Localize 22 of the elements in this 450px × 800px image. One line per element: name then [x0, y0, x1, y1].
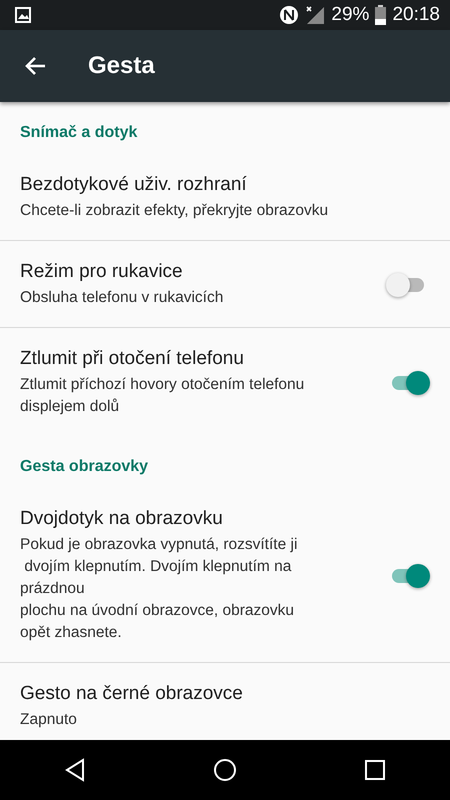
- section-header: Snímač a dotyk: [19, 123, 138, 143]
- signal-icon: [305, 5, 326, 25]
- triangle-icon: [64, 758, 86, 782]
- square-icon: [364, 759, 386, 781]
- clock: 20:18: [392, 4, 440, 26]
- setting-summary: Pokud je obrazovka vypnutá, rozsvítíte ji dvojím klepnutím. Dvojím klepnutím na prázdnou plochu na úvodní obrazovce, obrazovku opět zhasnete.: [20, 535, 298, 643]
- setting-title[interactable]: Bezdotykové uživ. rozhraní: [20, 174, 430, 196]
- screen-title: Gesta: [88, 52, 155, 80]
- setting-summary: Zapnuto: [20, 710, 78, 730]
- setting-summary: Obsluha telefonu v rukavicích: [20, 288, 224, 308]
- setting-summary: Chcete-li zobrazit efekty, překryjte obrazovku: [20, 201, 330, 221]
- battery-icon: [375, 5, 386, 25]
- setting-title[interactable]: Režim pro rukavice: [20, 261, 380, 283]
- circle-icon: [212, 758, 237, 782]
- setting-summary: Ztlumit příchozí hovory otočením telefonu displejem dolů: [20, 375, 306, 417]
- setting-title[interactable]: Gesto na černé obrazovce: [20, 683, 430, 705]
- battery-percent: 29%: [331, 4, 370, 26]
- image-icon: [15, 7, 31, 23]
- section-header: Gesta obrazovky: [19, 457, 150, 477]
- nfc-icon: [279, 5, 300, 25]
- setting-title[interactable]: Ztlumit při otočení telefonu: [20, 348, 380, 370]
- setting-title[interactable]: Dvojdotyk na obrazovku: [20, 508, 380, 530]
